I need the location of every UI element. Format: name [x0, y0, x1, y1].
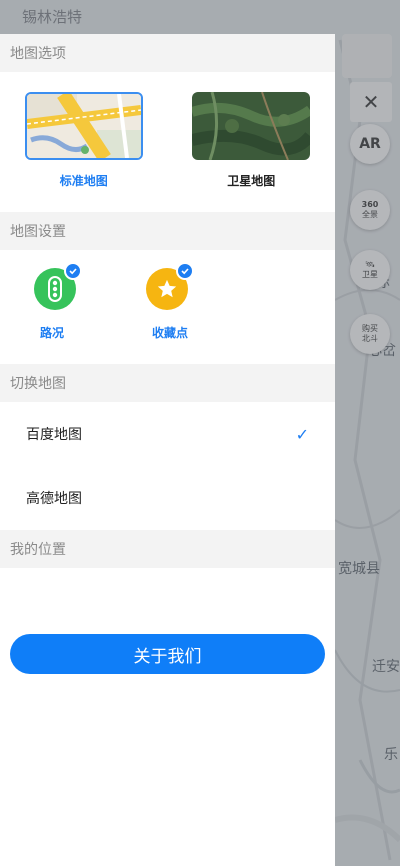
favorites-label: 收藏点 — [152, 326, 189, 340]
section-my-location-title: 我的位置 — [0, 530, 335, 568]
my-location-content — [0, 568, 335, 634]
map-option-standard[interactable]: 标准地图 — [22, 92, 146, 189]
checked-badge-icon — [176, 262, 194, 280]
section-map-settings-title: 地图设置 — [0, 212, 335, 250]
about-us-button[interactable]: 关于我们 — [10, 634, 325, 674]
setting-favorites[interactable]: 收藏点 — [144, 262, 256, 364]
standard-map-thumbnail — [24, 92, 143, 160]
section-map-options-title: 地图选项 — [0, 34, 335, 72]
favorites-toggle[interactable] — [146, 262, 194, 310]
star-icon — [157, 279, 177, 298]
map-settings-row: 路况 收藏点 — [0, 250, 335, 364]
map-options-row: 标准地图 卫星地图 — [0, 72, 335, 212]
standard-map-label: 标准地图 — [59, 174, 108, 188]
provider-baidu[interactable]: 百度地图 ✓ — [0, 402, 335, 466]
section-switch-map-title: 切换地图 — [0, 364, 335, 402]
map-settings-drawer: 地图选项 标准地图 卫星地图 地图设置 路况 收藏点 切换地图 百度地图 ✓ 高… — [0, 34, 335, 866]
satellite-map-thumbnail — [192, 92, 311, 160]
map-option-satellite[interactable]: 卫星地图 — [189, 92, 313, 189]
checkmark-icon: ✓ — [295, 424, 309, 444]
checked-badge-icon — [64, 262, 82, 280]
traffic-label: 路况 — [40, 326, 65, 340]
setting-traffic[interactable]: 路况 — [32, 262, 144, 364]
provider-baidu-label: 百度地图 — [26, 427, 82, 443]
provider-amap[interactable]: 高德地图 — [0, 466, 335, 530]
traffic-light-icon — [48, 276, 62, 302]
satellite-map-label: 卫星地图 — [227, 174, 276, 188]
traffic-toggle[interactable] — [34, 262, 82, 310]
provider-amap-label: 高德地图 — [26, 491, 82, 507]
